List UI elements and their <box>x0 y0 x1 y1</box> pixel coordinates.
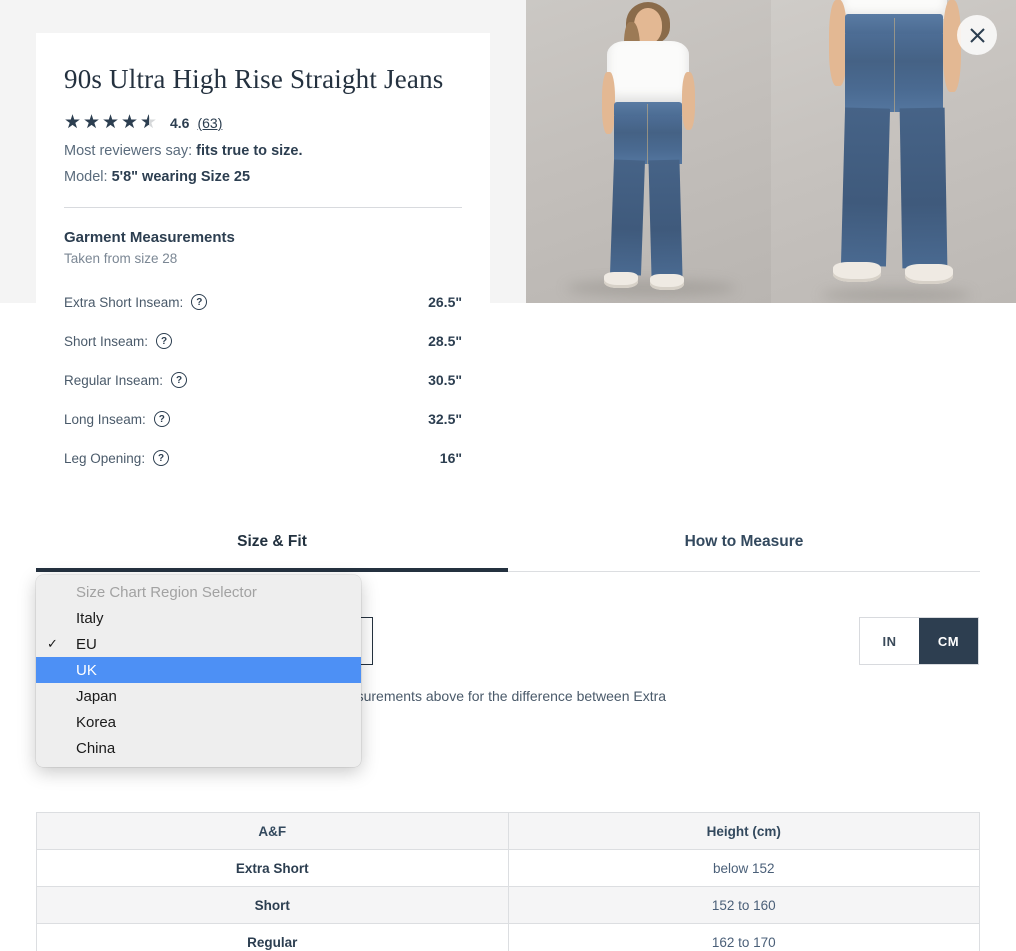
card-divider <box>64 207 462 209</box>
measurement-label-text: Leg Opening: <box>64 450 146 466</box>
measurement-label: Leg Opening: ? <box>64 450 170 467</box>
table-cell-height: 162 to 170 <box>507 923 980 951</box>
star-3: ★ ★ <box>102 112 120 134</box>
measurement-label: Long Inseam: ? <box>64 411 170 428</box>
model-info: Model: 5'8" wearing Size 25 <box>64 169 462 185</box>
dropdown-option-label: EU <box>76 635 97 653</box>
measurement-label: Regular Inseam: ? <box>64 372 188 389</box>
star-2: ★ ★ <box>83 112 101 134</box>
star-rating: ★ ★ ★ ★ ★ ★ ★ ★ ★ ★ <box>64 113 158 132</box>
table-row: Regular 162 to 170 <box>36 923 980 951</box>
dropdown-option-eu[interactable]: ✓ EU <box>36 631 361 657</box>
unit-button-in[interactable]: IN <box>860 618 919 664</box>
measurement-label-text: Extra Short Inseam: <box>64 294 184 310</box>
help-icon[interactable]: ? <box>153 450 170 467</box>
dropdown-header: Size Chart Region Selector <box>76 583 257 601</box>
dropdown-option-japan[interactable]: Japan <box>36 683 361 709</box>
model-info-prefix: Model: <box>64 169 108 186</box>
region-dropdown-popup: Size Chart Region Selector Italy ✓ EU UK… <box>36 575 361 767</box>
fit-summary-value: fits true to size. <box>196 143 303 160</box>
check-icon: ✓ <box>47 636 58 651</box>
dropdown-option-china[interactable]: China <box>36 735 361 761</box>
product-info-card: 90s Ultra High Rise Straight Jeans ★ ★ ★ ★… <box>36 33 490 505</box>
dropdown-option-uk[interactable]: UK <box>36 657 361 683</box>
measurement-row-short-inseam: Short Inseam: ? 28.5" <box>64 333 462 350</box>
measurement-label-text: Long Inseam: <box>64 411 146 427</box>
measurement-value: 30.5" <box>428 372 462 389</box>
dropdown-option-korea[interactable]: Korea <box>36 709 361 735</box>
dropdown-option-italy[interactable]: Italy <box>36 605 361 631</box>
table-header-row: A&F Height (cm) <box>36 812 980 850</box>
fit-summary-prefix: Most reviewers say: <box>64 143 193 160</box>
dropdown-option-label: China <box>76 739 116 757</box>
size-fit-modal: 90s Ultra High Rise Straight Jeans ★ ★ ★ ★… <box>0 0 1016 951</box>
tab-how-to-measure[interactable]: How to Measure <box>508 533 980 572</box>
measurement-label-text: Short Inseam: <box>64 333 149 349</box>
review-count-label[interactable]: (63) <box>197 115 222 131</box>
table-header-height: Height (cm) <box>507 812 980 850</box>
measurement-row-regular-inseam: Regular Inseam: ? 30.5" <box>64 372 462 389</box>
tab-size-and-fit[interactable]: Size & Fit <box>36 533 508 572</box>
review-count-link[interactable]: (63) <box>197 115 222 131</box>
table-row: Extra Short below 152 <box>36 849 980 887</box>
measurement-row-extra-short-inseam: Extra Short Inseam: ? 26.5" <box>64 294 462 311</box>
size-chart-table: A&F Height (cm) Extra Short below 152 Sh… <box>36 812 980 951</box>
table-cell-height: below 152 <box>507 849 980 887</box>
unit-button-cm[interactable]: CM <box>919 618 978 664</box>
measurement-row-leg-opening: Leg Opening: ? 16" <box>64 450 462 467</box>
measurement-label: Short Inseam: ? <box>64 333 173 350</box>
measurement-value: 32.5" <box>428 411 462 428</box>
fit-summary: Most reviewers say: fits true to size. <box>64 143 462 159</box>
rating-row: ★ ★ ★ ★ ★ ★ ★ ★ ★ ★ 4.6 (63) <box>64 113 462 132</box>
table-cell-height: 152 to 160 <box>507 886 980 924</box>
measurement-value: 26.5" <box>428 294 462 311</box>
star-1: ★ ★ <box>64 112 82 134</box>
table-row: Short 152 to 160 <box>36 886 980 924</box>
close-button[interactable] <box>957 15 997 55</box>
help-icon[interactable]: ? <box>191 294 208 311</box>
page-title: 90s Ultra High Rise Straight Jeans <box>64 64 444 94</box>
close-icon <box>969 27 986 44</box>
product-photo-gallery <box>526 0 1016 303</box>
rating-value: 4.6 <box>170 114 190 131</box>
garment-measurements-list: Extra Short Inseam: ? 26.5" Short Inseam… <box>64 294 462 467</box>
measurement-label: Extra Short Inseam: ? <box>64 294 208 311</box>
model-info-value: 5'8" wearing Size 25 <box>111 169 251 186</box>
measurement-value: 28.5" <box>428 333 462 350</box>
measurement-row-long-inseam: Long Inseam: ? 32.5" <box>64 411 462 428</box>
product-photo-full-body[interactable] <box>526 0 771 303</box>
help-icon[interactable]: ? <box>171 372 188 389</box>
help-icon[interactable]: ? <box>156 333 173 350</box>
garment-measurements-heading: Garment Measurements <box>64 229 235 247</box>
help-icon[interactable]: ? <box>153 411 170 428</box>
star-5: ★ ★ <box>140 112 158 134</box>
table-cell-category: Short <box>36 886 509 924</box>
unit-toggle: IN CM <box>859 617 979 665</box>
table-header-af: A&F <box>36 812 509 850</box>
dropdown-option-label: UK <box>76 661 97 679</box>
tab-bar: Size & Fit How to Measure <box>36 533 980 572</box>
dropdown-option-label: Japan <box>76 687 117 705</box>
measurement-value: 16" <box>439 450 462 467</box>
measurement-label-text: Regular Inseam: <box>64 372 164 388</box>
table-cell-category: Extra Short <box>36 849 509 887</box>
table-cell-category: Regular <box>36 923 509 951</box>
dropdown-option-label: Korea <box>76 713 117 731</box>
garment-measurements-subheading: Taken from size 28 <box>64 251 178 267</box>
dropdown-option-label: Italy <box>76 609 104 627</box>
star-4: ★ ★ <box>121 112 139 134</box>
